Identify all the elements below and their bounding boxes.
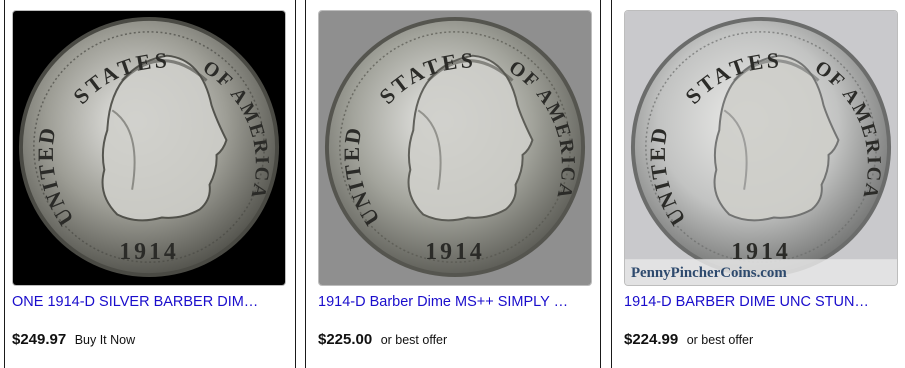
price-line: $225.00 or best offer [318, 331, 447, 349]
listing-title-link[interactable]: 1914-D Barber Dime MS++ SIMPLY … [318, 294, 592, 310]
listing-price: $225.00 [318, 331, 373, 348]
coin-image: UNITED STATES OF AMERICA 1914 [319, 11, 591, 285]
coin-date: 1914 [119, 239, 179, 265]
coin-image: UNITED STATES OF AMERICA 1914 [13, 11, 285, 285]
coin-image: UNITED STATES OF AMERICA 1914 PennyPinch… [625, 11, 897, 285]
listing-image[interactable]: UNITED STATES OF AMERICA 1914 PennyPinch… [624, 10, 898, 286]
listing-title-link[interactable]: ONE 1914-D SILVER BARBER DIM… [12, 294, 286, 310]
listing-image[interactable]: UNITED STATES OF AMERICA 1914 [12, 10, 286, 286]
listing-price: $249.97 [12, 331, 67, 348]
price-line: $224.99 or best offer [624, 331, 753, 349]
listing-format: Buy It Now [74, 333, 136, 347]
column-divider [305, 0, 306, 368]
listing-title-link[interactable]: 1914-D BARBER DIME UNC STUN… [624, 294, 898, 310]
watermark-text: PennyPincherCoins.com [631, 265, 787, 281]
listing-card[interactable]: UNITED STATES OF AMERICA 1914 PennyPinch… [624, 10, 898, 368]
listing-card[interactable]: UNITED STATES OF AMERICA 1914 ONE 1914-D… [12, 10, 286, 368]
column-divider [611, 0, 612, 368]
listing-card[interactable]: UNITED STATES OF AMERICA 1914 1914-D Bar… [318, 10, 592, 368]
listing-format: or best offer [380, 333, 448, 347]
listing-price: $224.99 [624, 331, 679, 348]
listing-format: or best offer [686, 333, 754, 347]
column-divider [295, 0, 296, 368]
column-divider [600, 0, 601, 368]
price-line: $249.97 Buy It Now [12, 331, 135, 349]
listing-image[interactable]: UNITED STATES OF AMERICA 1914 [318, 10, 592, 286]
column-divider [4, 0, 5, 368]
coin-date: 1914 [425, 239, 485, 265]
